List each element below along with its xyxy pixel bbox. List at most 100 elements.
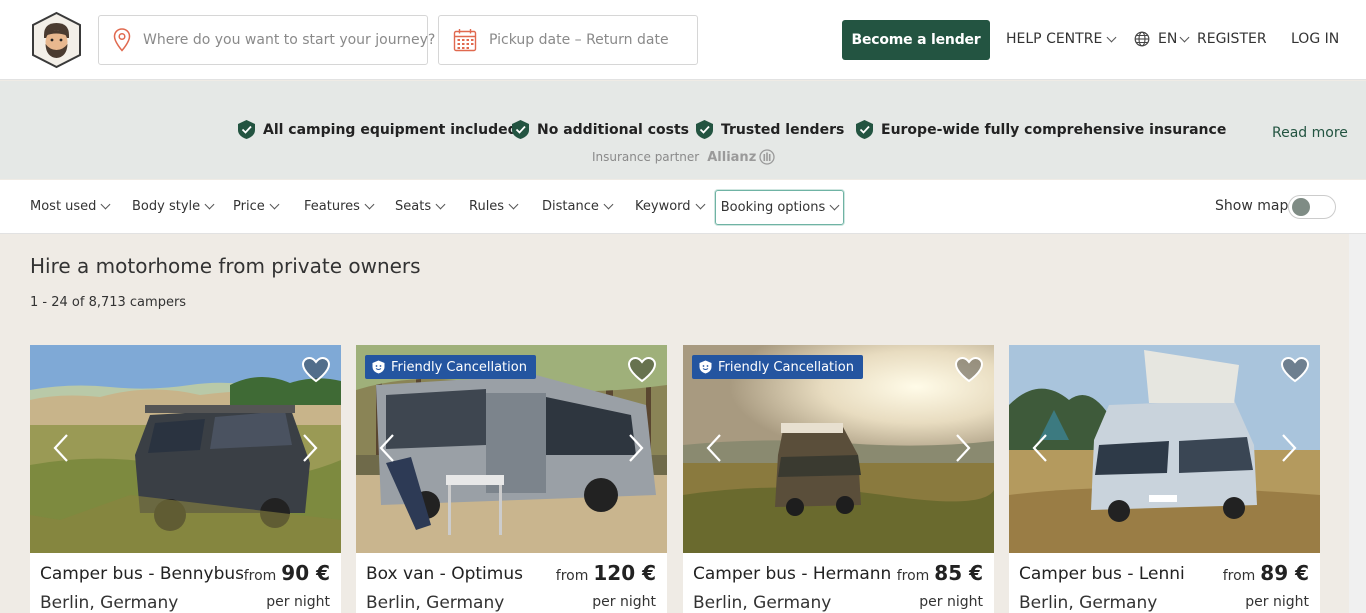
globe-icon [1134, 31, 1150, 47]
login-link[interactable]: LOG IN [1291, 31, 1339, 47]
language-label: EN [1158, 31, 1178, 47]
page-title: Hire a motorhome from private owners [30, 254, 421, 278]
listing-price: from 120 € [556, 561, 656, 585]
chevron-down-icon [603, 199, 614, 210]
filter-price[interactable]: Price [233, 199, 280, 214]
shield-check-icon [238, 120, 255, 139]
chevron-left-icon[interactable] [705, 433, 723, 463]
heart-icon[interactable] [301, 356, 331, 383]
logo[interactable] [30, 11, 83, 69]
help-centre-label: HELP CENTRE [1006, 31, 1103, 47]
badge-label: Friendly Cancellation [391, 359, 527, 375]
listing-price: from 85 € [897, 561, 983, 585]
chevron-right-icon[interactable] [954, 433, 972, 463]
listing-title: Camper bus - Bennybus [40, 564, 245, 584]
listing-photo[interactable] [1009, 345, 1320, 553]
language-selector[interactable]: EN [1134, 31, 1190, 47]
filter-label: Keyword [635, 199, 691, 214]
show-map-label: Show map [1215, 198, 1289, 214]
shield-check-icon [856, 120, 873, 139]
filter-label: Features [304, 199, 360, 214]
price-unit: per night [266, 594, 330, 610]
listing-card[interactable]: Friendly Cancellation Camper bus - Herma… [683, 345, 994, 613]
benefit-label: No additional costs [537, 121, 689, 138]
benefit-label: All camping equipment included [263, 121, 518, 138]
chevron-right-icon[interactable] [1280, 433, 1298, 463]
listing-photo[interactable] [30, 345, 341, 553]
filter-seats[interactable]: Seats [395, 199, 446, 214]
shield-smile-icon [699, 360, 712, 374]
heart-icon[interactable] [627, 356, 657, 383]
chevron-right-icon[interactable] [627, 433, 645, 463]
insurance-partner-label: Insurance partner [592, 150, 700, 164]
heart-icon[interactable] [954, 356, 984, 383]
location-search-placeholder: Where do you want to start your journey? [143, 32, 436, 48]
read-more-link[interactable]: Read more [1272, 125, 1348, 141]
show-map-toggle[interactable] [1288, 195, 1336, 219]
register-link[interactable]: REGISTER [1197, 31, 1267, 47]
benefit-label: Europe-wide fully comprehensive insuranc… [881, 121, 1227, 138]
chevron-left-icon[interactable] [52, 433, 70, 463]
benefit-item: Trusted lenders [695, 119, 844, 140]
listing-card[interactable]: Friendly Cancellation Box van - Optimus … [356, 345, 667, 613]
price-prefix: from [1222, 568, 1256, 584]
chevron-down-icon [269, 199, 280, 210]
filter-distance[interactable]: Distance [542, 199, 614, 214]
filter-label: Distance [542, 199, 599, 214]
listing-price: from 89 € [1223, 561, 1309, 585]
filter-label: Price [233, 199, 265, 214]
listing-card[interactable]: Camper bus - Lenni from 89 € Berlin, Ger… [1009, 345, 1320, 613]
location-pin-icon [113, 28, 131, 52]
help-centre-menu[interactable]: HELP CENTRE [1006, 31, 1117, 47]
listing-price: from 90 € [244, 561, 330, 585]
price-amount: 90 € [281, 561, 330, 585]
chevron-down-icon [204, 199, 215, 210]
listing-photo[interactable]: Friendly Cancellation [356, 345, 667, 553]
insurance-partner: Insurance partner Allianz [592, 149, 775, 165]
listing-photo[interactable]: Friendly Cancellation [683, 345, 994, 553]
date-range-input[interactable]: Pickup date – Return date [438, 15, 698, 65]
chevron-right-icon[interactable] [301, 433, 319, 463]
chevron-left-icon[interactable] [1031, 433, 1049, 463]
filter-keyword[interactable]: Keyword [635, 199, 705, 214]
price-unit: per night [592, 594, 656, 610]
filter-most-used[interactable]: Most used [30, 199, 111, 214]
price-prefix: from [243, 568, 277, 584]
listing-title: Camper bus - Hermann [693, 564, 892, 584]
price-unit: per night [919, 594, 983, 610]
calendar-icon [453, 29, 477, 52]
price-amount: 85 € [934, 561, 983, 585]
chevron-down-icon [435, 199, 446, 210]
chevron-left-icon[interactable] [378, 433, 396, 463]
top-header: Where do you want to start your journey?… [0, 0, 1366, 80]
result-count: 1 - 24 of 8,713 campers [30, 295, 187, 310]
price-unit: per night [1245, 594, 1309, 610]
filter-bar: Most used Body style Price Features Seat… [0, 180, 1366, 234]
filter-label: Most used [30, 199, 97, 214]
location-search-input[interactable]: Where do you want to start your journey? [98, 15, 435, 65]
listing-title: Box van - Optimus [366, 564, 523, 584]
filter-body-style[interactable]: Body style [132, 199, 215, 214]
filter-rules[interactable]: Rules [469, 199, 519, 214]
filter-features[interactable]: Features [304, 199, 375, 214]
become-lender-button[interactable]: Become a lender [842, 20, 990, 60]
benefit-item: No additional costs [511, 119, 689, 140]
date-range-placeholder: Pickup date – Return date [489, 32, 669, 48]
filter-label: Booking options [720, 200, 826, 215]
page-scrollbar[interactable] [1349, 234, 1366, 613]
listing-card[interactable]: Camper bus - Bennybus from 90 € Berlin, … [30, 345, 341, 613]
price-amount: 120 € [593, 561, 656, 585]
heart-icon[interactable] [1280, 356, 1310, 383]
badge-label: Friendly Cancellation [718, 359, 854, 375]
listing-location: Berlin, Germany [1019, 593, 1158, 613]
chevron-down-icon [1106, 32, 1117, 42]
shield-check-icon [696, 120, 713, 139]
price-amount: 89 € [1260, 561, 1309, 585]
allianz-emblem-icon [759, 149, 775, 165]
listing-location: Berlin, Germany [693, 593, 832, 613]
shield-check-icon [512, 120, 529, 139]
filter-booking-options[interactable]: Booking options [715, 190, 844, 225]
chevron-down-icon [508, 199, 519, 210]
chevron-down-icon [829, 200, 840, 211]
filter-label: Seats [395, 199, 432, 214]
